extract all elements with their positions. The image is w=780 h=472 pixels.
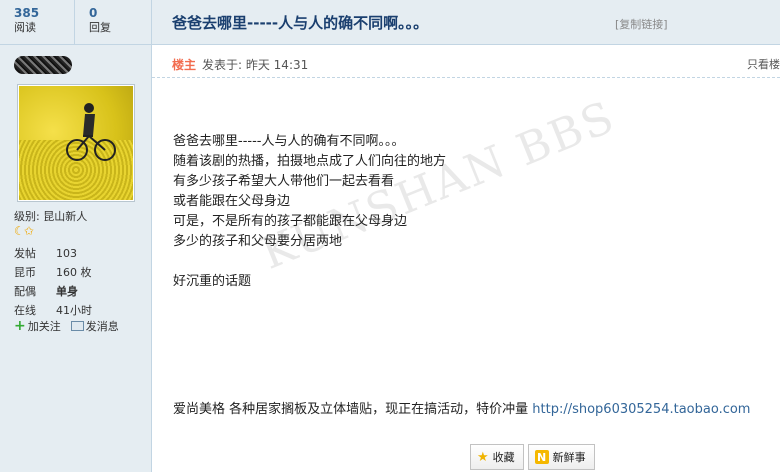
info-row-posts: 发帖 103 (14, 244, 144, 263)
views-label: 阅读 (14, 21, 36, 34)
fresh-news-label: 新鲜事 (552, 451, 586, 464)
info-value: 单身 (56, 285, 78, 298)
plus-icon: + (14, 318, 26, 334)
mail-icon (70, 321, 84, 331)
thread-title-bar: 爸爸去哪里-----人与人的确不同啊。。。 [复制链接] (152, 0, 780, 45)
level-stars-icon: ☾✩ (14, 224, 34, 238)
user-level: 级别: 昆山新人 (14, 208, 87, 224)
ad-link[interactable]: http://shop60305254.taobao.com (532, 402, 750, 417)
avatar[interactable] (17, 84, 135, 202)
level-prefix: 级别: (14, 210, 40, 223)
only-view-author-link[interactable]: 只看楼 (747, 56, 780, 72)
username-obscured[interactable] (14, 56, 72, 74)
avatar-image (19, 86, 133, 200)
info-key: 配偶 (14, 285, 36, 298)
post-closing: 好沉重的话题 (173, 274, 252, 289)
post-content: 爸爸去哪里-----人与人的确有不同啊。。。 随着该剧的热播，拍摄地点成了人们向… (173, 132, 446, 292)
info-row-spouse: 配偶 单身 (14, 282, 144, 301)
info-key: 发帖 (14, 247, 36, 260)
fresh-news-button[interactable]: N 新鲜事 (527, 444, 595, 470)
replies-stat: 0 回复 (75, 0, 150, 44)
favorite-button[interactable]: ★ 收藏 (470, 444, 524, 470)
post-line: 或者能跟在父母身边 (173, 194, 291, 209)
follow-button[interactable]: + 加关注 (14, 318, 61, 334)
ad-text: 爱尚美格 各种居家搁板及立体墙贴，现正在搞活动，特价冲量 (173, 402, 533, 417)
replies-label: 回复 (89, 21, 111, 34)
star-icon: ★ (477, 449, 489, 465)
follow-label: 加关注 (27, 320, 61, 333)
post-line: 多少的孩子和父母要分居两地 (173, 234, 343, 249)
views-count: 385 (14, 6, 40, 20)
level-name-link[interactable]: 昆山新人 (43, 210, 87, 223)
post-line: 有多少孩子希望大人带他们一起去看看 (173, 174, 395, 189)
thread-title: 爸爸去哪里-----人与人的确不同啊。。。 (172, 14, 429, 32)
post-header: 楼主 发表于: 昨天 14:31 只看楼 (152, 45, 780, 78)
info-value: 160 枚 (56, 266, 92, 279)
post-line: 可是，不是所有的孩子都能跟在父母身边 (173, 214, 408, 229)
message-button[interactable]: 发消息 (70, 318, 119, 334)
message-label: 发消息 (85, 320, 119, 333)
post-time: 发表于: 昨天 14:31 (202, 58, 309, 72)
user-actions: + 加关注 发消息 (14, 318, 119, 334)
user-info: 发帖 103 昆币 160 枚 配偶 单身 在线 41小时 (14, 244, 144, 320)
favorite-label: 收藏 (492, 451, 515, 464)
replies-count: 0 (89, 6, 98, 20)
author-badge: 楼主 (172, 58, 197, 72)
post-line: 爸爸去哪里-----人与人的确有不同啊。。。 (173, 134, 405, 149)
thread-stats: 385 阅读 0 回复 (0, 0, 151, 45)
info-key: 昆币 (14, 266, 36, 279)
info-row-coins: 昆币 160 枚 (14, 263, 144, 282)
post-action-buttons: ★ 收藏 N 新鲜事 (470, 444, 595, 470)
copy-link-button[interactable]: [复制链接] (615, 16, 668, 32)
n-icon: N (534, 450, 549, 464)
user-sidebar: 385 阅读 0 回复 级别: 昆山新人 ☾✩ 发帖 103 昆币 160 枚 … (0, 0, 152, 472)
info-value: 103 (56, 247, 77, 260)
views-stat: 385 阅读 (0, 0, 75, 44)
post-line: 随着该剧的热播，拍摄地点成了人们向往的地方 (173, 154, 447, 169)
signature-ad: 爱尚美格 各种居家搁板及立体墙贴，现正在搞活动，特价冲量 http://shop… (173, 398, 750, 417)
